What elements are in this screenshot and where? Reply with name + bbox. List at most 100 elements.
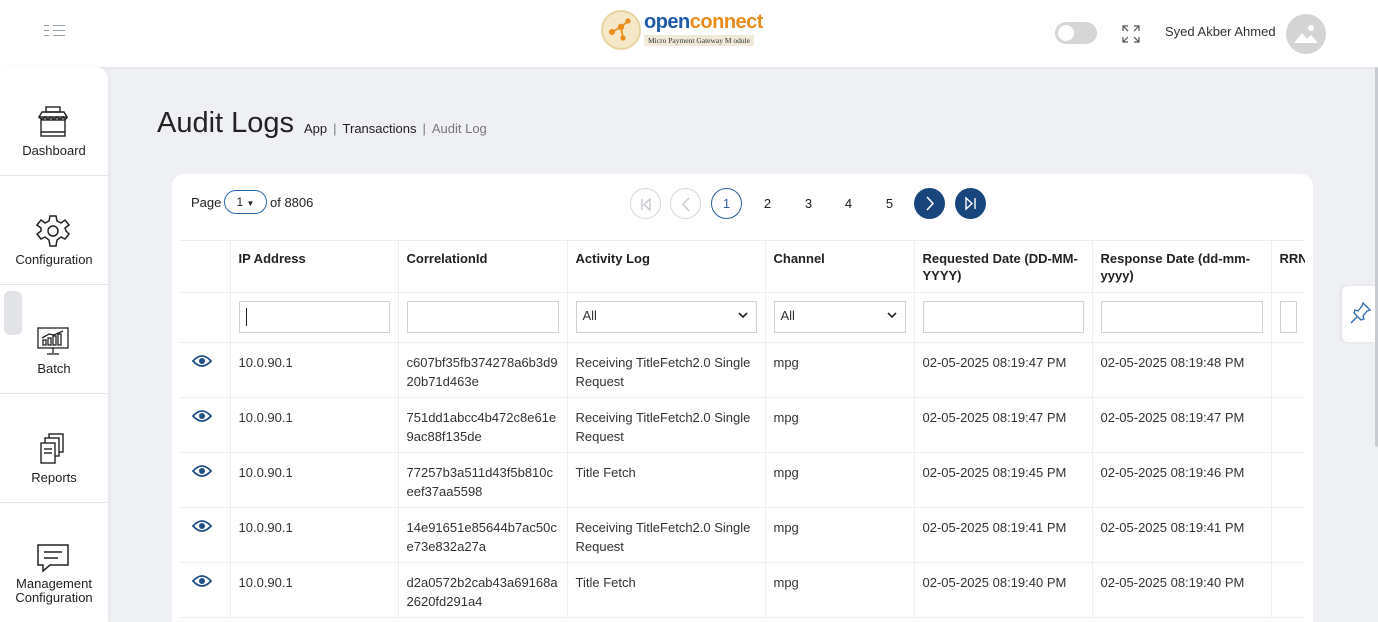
cell-correlation: 751dd1abcc4b472c8e61e9ac88f135de: [398, 397, 568, 453]
page-label: Page: [191, 195, 222, 210]
sidebar-item-label: Batch: [37, 361, 71, 376]
sidebar-item-dashboard[interactable]: Dashboard: [0, 67, 108, 176]
documents-icon: [36, 432, 70, 466]
page-button-5[interactable]: 5: [874, 188, 905, 219]
cell-requested-date: 02-05-2025 08:19:40 PM: [914, 562, 1093, 618]
view-icon[interactable]: [192, 574, 212, 588]
table-row[interactable]: 10.0.90.1 77257b3a511d43f5b810ceef37aa559…: [180, 452, 1305, 508]
avatar[interactable]: [1286, 14, 1326, 54]
last-page-button[interactable]: [955, 188, 986, 219]
cell-requested-date: 02-05-2025 08:19:47 PM: [914, 397, 1093, 453]
first-page-icon: [641, 197, 651, 212]
cell-channel: mpg: [765, 562, 915, 618]
cell-rrn: [1271, 342, 1305, 398]
sidebar-item-label: Dashboard: [22, 143, 86, 158]
response-date-filter-input[interactable]: [1100, 301, 1263, 333]
view-cell[interactable]: [180, 397, 231, 453]
view-cell[interactable]: [180, 452, 231, 508]
sidebar-item-label: Reports: [31, 470, 77, 485]
cell-requested-date: 02-05-2025 08:19:47 PM: [914, 342, 1093, 398]
sidebar-item-label: Configuration: [15, 252, 93, 267]
first-page-button[interactable]: [630, 188, 661, 219]
page-button-1[interactable]: 1: [711, 188, 742, 219]
theme-toggle[interactable]: [1055, 22, 1097, 44]
next-page-button[interactable]: [914, 188, 945, 219]
logo-emblem-icon: [601, 10, 641, 50]
view-cell[interactable]: [180, 342, 231, 398]
cell-activity: Receiving TitleFetch2.0 Single Request: [567, 397, 766, 453]
channel-filter-select[interactable]: All: [773, 301, 906, 333]
activity-filter-select[interactable]: All: [575, 301, 757, 333]
page-button-2[interactable]: 2: [752, 188, 783, 219]
pin-tab[interactable]: [1342, 286, 1378, 342]
cell-response-date: 02-05-2025 08:19:48 PM: [1092, 342, 1272, 398]
page-button-4[interactable]: 4: [833, 188, 864, 219]
column-header-rrn[interactable]: RRN: [1271, 240, 1305, 293]
table-row[interactable]: 10.0.90.1 14e91651e85644b7ac50ce73e832a27…: [180, 507, 1305, 563]
view-icon[interactable]: [192, 409, 212, 423]
view-icon[interactable]: [192, 354, 212, 368]
cell-correlation: 77257b3a511d43f5b810ceef37aa5598: [398, 452, 568, 508]
table-row[interactable]: 10.0.90.1 d2a0572b2cab43a69168a2620fd291a…: [180, 562, 1305, 618]
sidebar-item-reports[interactable]: Reports: [0, 394, 108, 503]
cell-channel: mpg: [765, 507, 915, 563]
page-button-3[interactable]: 3: [793, 188, 824, 219]
prev-page-button[interactable]: [670, 188, 701, 219]
page-title: Audit Logs: [157, 107, 295, 139]
cell-response-date: 02-05-2025 08:19:41 PM: [1092, 507, 1272, 563]
breadcrumb-app[interactable]: App: [304, 121, 327, 136]
cell-correlation: d2a0572b2cab43a69168a2620fd291a4: [398, 562, 568, 618]
sidebar-collapse-handle[interactable]: [4, 291, 22, 335]
cell-rrn: [1271, 397, 1305, 453]
cell-rrn: [1271, 562, 1305, 618]
top-bar: openconnect Micro Payment Gateway M odul…: [0, 0, 1378, 67]
column-header-activity[interactable]: Activity Log: [567, 240, 766, 293]
column-header-response-date[interactable]: Response Date (dd-mm-yyyy): [1092, 240, 1272, 293]
table-row[interactable]: 10.0.90.1 c607bf35fb374278a6b3d920b71d463…: [180, 342, 1305, 398]
rrn-filter-input[interactable]: [1279, 301, 1297, 333]
cell-ip: 10.0.90.1: [230, 562, 399, 618]
sidebar-item-configuration[interactable]: Configuration: [0, 176, 108, 285]
menu-toggle-icon[interactable]: [44, 24, 66, 38]
cell-activity: Receiving TitleFetch2.0 Single Request: [567, 507, 766, 563]
chevron-left-icon: [682, 197, 690, 212]
cell-response-date: 02-05-2025 08:19:46 PM: [1092, 452, 1272, 508]
column-header-requested-date[interactable]: Requested Date (DD-MM-YYYY): [914, 240, 1093, 293]
view-cell[interactable]: [180, 562, 231, 618]
chart-monitor-icon: [36, 323, 70, 357]
cell-activity: Receiving TitleFetch2.0 Single Request: [567, 342, 766, 398]
cell-ip: 10.0.90.1: [230, 507, 399, 563]
user-name[interactable]: Syed Akber Ahmed: [1165, 24, 1276, 39]
requested-date-filter-input[interactable]: [922, 301, 1084, 333]
cell-channel: mpg: [765, 342, 915, 398]
breadcrumb-transactions[interactable]: Transactions: [343, 121, 417, 136]
correlation-filter-input[interactable]: [406, 301, 559, 333]
page-total: of 8806: [270, 195, 314, 210]
column-header-correlation[interactable]: CorrelationId: [398, 240, 568, 293]
table-row[interactable]: 10.0.90.1 751dd1abcc4b472c8e61e9ac88f135d…: [180, 397, 1305, 453]
sidebar-item-management-configuration[interactable]: Management Configuration: [0, 503, 108, 612]
openconnect-logo: openconnect Micro Payment Gateway M odul…: [601, 10, 773, 52]
view-cell[interactable]: [180, 507, 231, 563]
cell-ip: 10.0.90.1: [230, 342, 399, 398]
cell-requested-date: 02-05-2025 08:19:45 PM: [914, 452, 1093, 508]
logo-tagline: Micro Payment Gateway M odule: [644, 35, 755, 46]
cell-response-date: 02-05-2025 08:19:40 PM: [1092, 562, 1272, 618]
pin-icon: [1350, 301, 1372, 324]
ip-filter-input[interactable]: [238, 301, 390, 333]
column-header-channel[interactable]: Channel: [765, 240, 915, 293]
fullscreen-icon[interactable]: [1122, 25, 1140, 43]
cell-activity: Title Fetch: [567, 452, 766, 508]
logo-wordmark: openconnect: [644, 11, 763, 33]
column-header-ip[interactable]: IP Address: [230, 240, 399, 293]
cell-channel: mpg: [765, 397, 915, 453]
cell-requested-date: 02-05-2025 08:19:41 PM: [914, 507, 1093, 563]
storefront-icon: [36, 105, 70, 139]
view-icon[interactable]: [192, 519, 212, 533]
breadcrumb: App | Transactions | Audit Log: [304, 121, 487, 136]
filter-row: All All: [180, 292, 1305, 343]
view-icon[interactable]: [192, 464, 212, 478]
chevron-down-icon: [737, 312, 748, 319]
chevron-right-icon: [926, 196, 935, 211]
page-select[interactable]: 1 ▼: [224, 190, 267, 214]
